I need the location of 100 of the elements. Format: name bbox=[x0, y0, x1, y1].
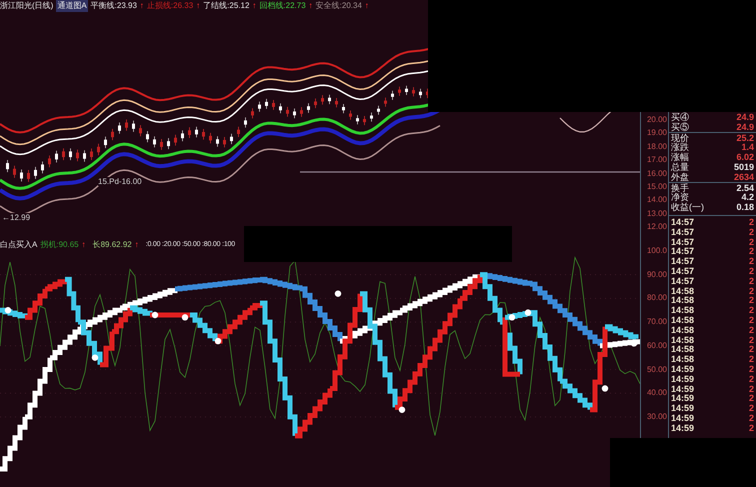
price-axis-label: 19.00 bbox=[646, 128, 667, 138]
quote-label: 涨跌 bbox=[671, 142, 689, 152]
trade-time: 14:57 bbox=[671, 217, 694, 227]
quote-value: 2.54 bbox=[736, 183, 754, 192]
trade-price: 2 bbox=[748, 295, 754, 306]
quote-label: 净资 bbox=[671, 192, 689, 202]
price-axis-label: 12.00 bbox=[646, 222, 667, 232]
quote-label: 涨幅 bbox=[671, 152, 689, 162]
indicator-value: 平衡线:23.93 bbox=[90, 0, 137, 12]
price-axis-label: 20.00 bbox=[646, 115, 667, 125]
trade-price: 2 bbox=[748, 374, 754, 384]
trade-time: 14:59 bbox=[671, 384, 694, 394]
value-axis-label: 100.0 bbox=[646, 246, 667, 256]
trade-price: 2 bbox=[748, 246, 754, 256]
trade-price: 2 bbox=[748, 334, 754, 344]
trade-price: 2 bbox=[748, 344, 754, 354]
up-arrow-icon: ↑ bbox=[140, 0, 144, 12]
trade-time: 14:58 bbox=[671, 324, 694, 335]
buy-point-marker bbox=[524, 309, 532, 316]
quote-label: 总量 bbox=[671, 162, 689, 172]
value-axis-label: 40.00 bbox=[646, 388, 667, 398]
trade-time: 14:59 bbox=[671, 403, 694, 413]
price-axis-label: 17.00 bbox=[646, 155, 667, 166]
buy-point-marker bbox=[602, 385, 608, 392]
indicator-title: 白点买入A bbox=[0, 239, 38, 251]
value-axis-label: 60.00 bbox=[646, 340, 667, 351]
trade-time: 14:59 bbox=[671, 422, 694, 433]
buy-point-marker bbox=[398, 406, 406, 413]
trade-time: 14:57 bbox=[671, 276, 694, 286]
quote-label: 外盘 bbox=[671, 172, 689, 182]
trade-time: 14:57 bbox=[671, 266, 694, 276]
price-axis-label: 13.00 bbox=[646, 208, 667, 219]
value-axis-label: 30.00 bbox=[646, 412, 667, 422]
trade-time: 14:59 bbox=[671, 393, 694, 404]
buy-point-marker bbox=[4, 307, 12, 314]
up-arrow-icon: ↑ bbox=[308, 0, 313, 12]
trade-time: 14:58 bbox=[671, 295, 694, 306]
buy-point-marker bbox=[182, 314, 188, 321]
buy-point-marker bbox=[92, 354, 98, 361]
up-arrow-icon: ↑ bbox=[364, 0, 369, 12]
quote-value: 4.2 bbox=[741, 192, 754, 202]
trade-price: 2 bbox=[748, 305, 754, 315]
chart-title: 浙江阳光(日线) bbox=[0, 0, 54, 12]
trade-time: 14:59 bbox=[671, 374, 694, 384]
trade-time: 14:58 bbox=[671, 286, 694, 296]
trade-time: 14:58 bbox=[671, 334, 694, 344]
trade-time: 14:57 bbox=[671, 246, 694, 256]
quote-label: 换手 bbox=[671, 183, 689, 192]
trade-time: 14:58 bbox=[671, 314, 694, 325]
trade-price: 2 bbox=[748, 276, 754, 286]
indicator-value: 回档线:22.73 bbox=[259, 0, 306, 12]
trade-price: 2 bbox=[748, 217, 754, 227]
trade-time: 14:58 bbox=[671, 344, 694, 354]
up-arrow-icon: ↑ bbox=[252, 0, 256, 12]
trade-price: 2 bbox=[748, 236, 754, 246]
trade-time: 14:58 bbox=[671, 305, 694, 315]
price-axis-label: 15.00 bbox=[646, 182, 667, 192]
quote-value: 24.9 bbox=[736, 112, 754, 122]
price-axis-label: 16.00 bbox=[646, 168, 667, 179]
value-axis-label: 90.00 bbox=[646, 270, 667, 280]
quote-value: 5019 bbox=[734, 162, 754, 172]
trade-price: 2 bbox=[748, 384, 754, 394]
quote-label: 买⑤ bbox=[671, 122, 689, 132]
trade-price: 2 bbox=[748, 412, 754, 423]
quote-label: 买④ bbox=[671, 112, 689, 122]
indicator-value: 了结线:25.12 bbox=[203, 0, 250, 12]
value-axis-label: 50.00 bbox=[646, 364, 667, 374]
quote-value: 6.02 bbox=[736, 152, 754, 162]
buy-point-marker bbox=[334, 290, 342, 297]
price-annotation: ←12.99 bbox=[2, 213, 30, 222]
trade-price: 2 bbox=[748, 286, 754, 296]
trade-time: 14:57 bbox=[671, 236, 694, 246]
trade-price: 2 bbox=[748, 393, 754, 404]
indicator-name: 通道图A bbox=[56, 0, 88, 12]
trade-time: 14:57 bbox=[671, 256, 694, 266]
trade-time: 14:58 bbox=[671, 354, 694, 364]
price-axis-label: 14.00 bbox=[646, 195, 667, 206]
buy-point-marker bbox=[214, 338, 222, 344]
trade-price: 2 bbox=[748, 266, 754, 276]
trade-time: 14:59 bbox=[671, 412, 694, 423]
buy-point-marker bbox=[508, 314, 516, 321]
quote-value: 24.9 bbox=[736, 122, 754, 132]
indicator-value: 长89.62.92 bbox=[92, 239, 132, 251]
trade-price: 2 bbox=[748, 256, 754, 266]
price-annotation: 15.Pd-16.00 bbox=[98, 177, 142, 186]
up-arrow-icon: ↑ bbox=[134, 238, 139, 252]
trade-time: 14:57 bbox=[671, 226, 694, 237]
up-arrow-icon: ↑ bbox=[196, 0, 200, 12]
trade-price: 2 bbox=[748, 324, 754, 335]
quote-value: 0.18 bbox=[736, 202, 754, 212]
trade-price: 2 bbox=[748, 403, 754, 413]
price-axis-label: 18.00 bbox=[646, 142, 667, 152]
trade-price: 2 bbox=[748, 226, 754, 237]
quote-value: 1.4 bbox=[741, 142, 754, 152]
quote-value: 25.2 bbox=[736, 133, 754, 142]
quote-value: 2634 bbox=[734, 172, 754, 182]
quote-label: 收益(一) bbox=[671, 202, 704, 212]
trade-price: 2 bbox=[748, 314, 754, 325]
buy-point-marker bbox=[152, 312, 158, 318]
trade-price: 2 bbox=[748, 422, 754, 433]
